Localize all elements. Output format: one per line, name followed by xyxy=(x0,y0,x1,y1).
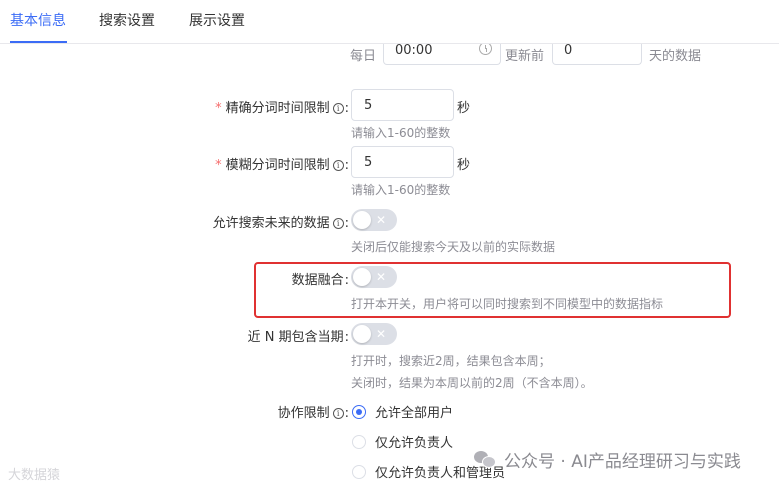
allow-future-label: 允许搜索未来的数据 i: xyxy=(213,212,349,231)
exact-limit-label: * 精确分词时间限制 i: xyxy=(215,97,349,116)
watermark-left: 大数据猿 xyxy=(8,468,61,483)
clock-icon xyxy=(479,44,492,55)
update-middle-text: 更新前 xyxy=(505,49,545,64)
exact-limit-input[interactable]: 5 xyxy=(351,89,454,121)
radio-owner-admin[interactable] xyxy=(352,465,366,479)
tab-search-settings[interactable]: 搜索设置 xyxy=(99,10,155,30)
update-time-value: 00:00 xyxy=(395,44,433,58)
info-icon[interactable]: i xyxy=(332,103,344,114)
active-tab-indicator xyxy=(10,41,67,43)
tab-display-settings[interactable]: 展示设置 xyxy=(189,10,245,30)
toggle-knob xyxy=(353,268,371,286)
close-icon: ✕ xyxy=(376,213,387,227)
watermark-right: 公众号 · AI产品经理研习与实践 xyxy=(474,447,741,472)
label-colon: : xyxy=(344,273,349,288)
fuzzy-limit-label: * 模糊分词时间限制 i: xyxy=(215,154,349,173)
fuzzy-limit-unit: 秒 xyxy=(457,158,471,173)
info-icon[interactable]: i xyxy=(332,218,344,229)
data-fusion-label: 数据融合: xyxy=(292,269,349,288)
update-days-value: 0 xyxy=(564,44,573,58)
allow-future-toggle[interactable]: ✕ xyxy=(351,209,397,231)
update-schedule-row: 每日 00:00 更新前 0 天的数据 xyxy=(8,44,779,65)
close-icon: ✕ xyxy=(376,270,387,284)
label-colon: : xyxy=(344,330,349,345)
fuzzy-limit-input[interactable]: 5 xyxy=(351,146,454,178)
data-fusion-label-text: 数据融合 xyxy=(291,273,344,288)
toggle-knob xyxy=(353,211,371,229)
data-fusion-hint: 打开本开关，用户将可以同时搜索到不同模型中的数据指标 xyxy=(351,297,664,311)
required-mark: * xyxy=(215,101,222,116)
exact-limit-value: 5 xyxy=(364,98,373,113)
toggle-knob xyxy=(353,325,371,343)
data-fusion-toggle[interactable]: ✕ xyxy=(351,266,397,288)
close-icon: ✕ xyxy=(376,327,387,341)
tab-bar: 基本信息 搜索设置 展示设置 xyxy=(0,0,779,44)
fuzzy-limit-hint: 请输入1-60的整数 xyxy=(351,183,451,197)
include-current-toggle[interactable]: ✕ xyxy=(351,323,397,345)
fuzzy-limit-value: 5 xyxy=(364,155,373,170)
radio-all-users[interactable] xyxy=(352,405,366,419)
label-colon: : xyxy=(344,158,349,173)
exact-limit-hint: 请输入1-60的整数 xyxy=(351,126,451,140)
label-colon: : xyxy=(344,101,349,116)
settings-panel: 每日 00:00 更新前 0 天的数据 * 精确分词时间限制 i: 5 秒 请输入1… xyxy=(8,44,779,487)
required-mark: * xyxy=(215,158,222,173)
collab-limit-label-text: 协作限制 xyxy=(277,406,330,421)
fuzzy-limit-label-text: 模糊分词时间限制 xyxy=(225,158,330,173)
info-icon[interactable]: i xyxy=(332,160,344,171)
include-current-label-text: 近 N 期包含当期 xyxy=(247,330,344,345)
radio-all-users-label[interactable]: 允许全部用户 xyxy=(375,402,453,421)
update-suffix-text: 天的数据 xyxy=(649,49,702,64)
collab-limit-label: 协作限制 i: xyxy=(278,402,349,421)
tab-basic-info[interactable]: 基本信息 xyxy=(10,10,66,30)
allow-future-label-text: 允许搜索未来的数据 xyxy=(212,216,330,231)
include-current-hint-1: 打开时，搜索近2周，结果包含本周； xyxy=(351,354,551,368)
update-prefix-text: 每日 xyxy=(350,49,377,64)
info-icon[interactable]: i xyxy=(332,408,344,419)
label-colon: : xyxy=(344,406,349,421)
radio-owner-only-label[interactable]: 仅允许负责人 xyxy=(375,432,453,451)
include-current-hint-2: 关闭时，结果为本周以前的2周（不含本周）。 xyxy=(351,376,593,390)
include-current-label: 近 N 期包含当期: xyxy=(248,326,349,345)
update-time-picker[interactable]: 00:00 xyxy=(383,44,501,65)
watermark-right-text: 公众号 · AI产品经理研习与实践 xyxy=(504,452,741,472)
label-colon: : xyxy=(344,216,349,231)
update-days-input[interactable]: 0 xyxy=(552,44,642,65)
wechat-icon xyxy=(474,450,496,469)
exact-limit-unit: 秒 xyxy=(457,101,471,116)
exact-limit-label-text: 精确分词时间限制 xyxy=(225,101,330,116)
allow-future-hint: 关闭后仅能搜索今天及以前的实际数据 xyxy=(351,240,556,254)
radio-owner-only[interactable] xyxy=(352,435,366,449)
